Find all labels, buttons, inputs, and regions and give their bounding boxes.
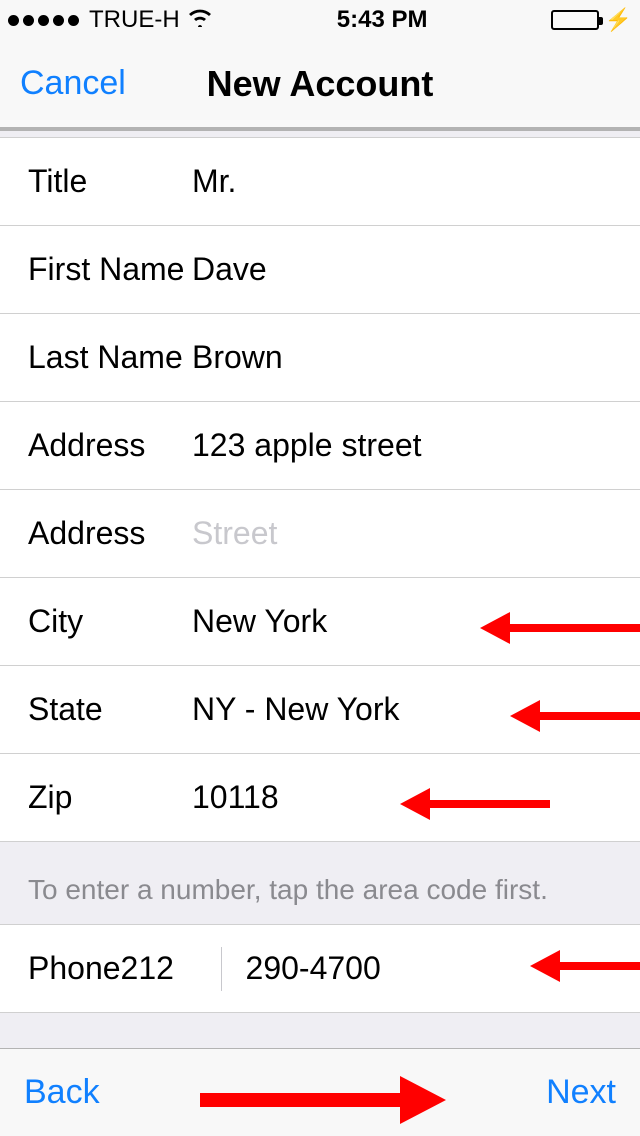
- title-row[interactable]: Title: [0, 138, 640, 226]
- zip-field[interactable]: [192, 779, 612, 816]
- zip-row[interactable]: Zip: [0, 754, 640, 842]
- phone-section: Phone: [0, 924, 640, 1013]
- address2-row[interactable]: Address: [0, 490, 640, 578]
- title-field[interactable]: [192, 163, 612, 200]
- nav-bar: Cancel New Account: [0, 40, 640, 128]
- back-button[interactable]: Back: [24, 1073, 100, 1112]
- last-name-row[interactable]: Last Name: [0, 314, 640, 402]
- charging-icon: ⚡: [605, 7, 632, 33]
- first-name-field[interactable]: [192, 251, 612, 288]
- carrier-label: TRUE-H: [89, 6, 180, 34]
- city-row[interactable]: City: [0, 578, 640, 666]
- title-label: Title: [28, 163, 192, 200]
- footer-bar: Back Next: [0, 1048, 640, 1136]
- next-button[interactable]: Next: [546, 1073, 616, 1112]
- address1-row[interactable]: Address: [0, 402, 640, 490]
- address1-label: Address: [28, 427, 192, 464]
- page-title: New Account: [207, 63, 434, 105]
- first-name-row[interactable]: First Name: [0, 226, 640, 314]
- last-name-label: Last Name: [28, 339, 192, 376]
- city-field[interactable]: [192, 603, 612, 640]
- status-right: ⚡: [551, 7, 632, 33]
- state-field[interactable]: [192, 691, 612, 728]
- last-name-field[interactable]: [192, 339, 612, 376]
- form-section: Title First Name Last Name Address Addre…: [0, 137, 640, 842]
- phone-row[interactable]: Phone: [0, 925, 640, 1013]
- address2-field[interactable]: [192, 515, 612, 552]
- status-time: 5:43 PM: [337, 6, 428, 34]
- state-label: State: [28, 691, 192, 728]
- status-bar: TRUE-H 5:43 PM ⚡: [0, 0, 640, 40]
- phone-note: To enter a number, tap the area code fir…: [0, 842, 640, 924]
- cancel-button[interactable]: Cancel: [20, 64, 126, 103]
- address2-label: Address: [28, 515, 192, 552]
- signal-strength-icon: [8, 15, 79, 26]
- zip-label: Zip: [28, 779, 192, 816]
- first-name-label: First Name: [28, 251, 192, 288]
- phone-label: Phone: [28, 950, 121, 987]
- status-left: TRUE-H: [8, 6, 214, 34]
- phone-divider: [221, 947, 222, 991]
- address1-field[interactable]: [192, 427, 612, 464]
- phone-area-code-field[interactable]: [121, 950, 221, 987]
- state-row[interactable]: State: [0, 666, 640, 754]
- phone-number-field[interactable]: [246, 950, 640, 987]
- battery-icon: [551, 10, 599, 30]
- wifi-icon: [186, 6, 214, 34]
- city-label: City: [28, 603, 192, 640]
